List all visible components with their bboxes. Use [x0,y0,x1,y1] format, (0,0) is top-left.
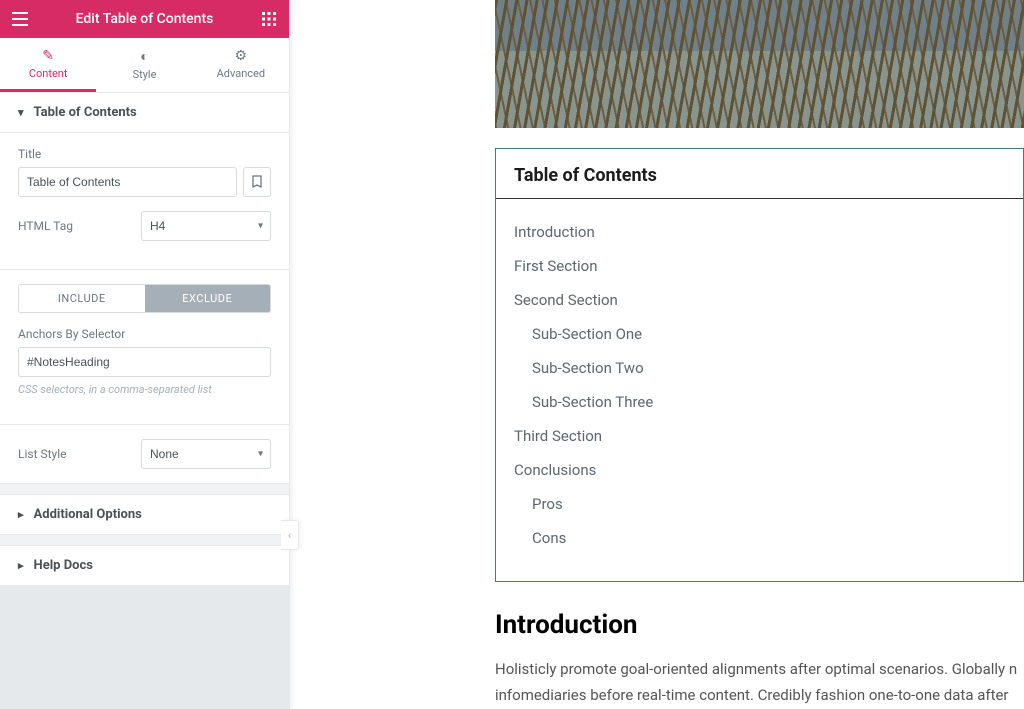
tab-advanced[interactable]: ⚙ Advanced [193,38,289,92]
toc-item[interactable]: Pros [514,487,1005,521]
chevron-left-icon: ‹ [288,529,291,542]
editor-tabs: ✎ Content ◐ Style ⚙ Advanced [0,38,289,93]
toc-title: Table of Contents [496,149,1023,199]
anchors-hint: CSS selectors, in a comma-separated list [18,383,271,396]
toc-item[interactable]: Sub-Section Two [514,351,1005,385]
hero-image [495,0,1024,128]
collapse-sidebar-button[interactable]: ‹ [281,520,299,550]
article-heading: Introduction [495,610,1024,640]
pencil-icon: ✎ [0,48,96,64]
toc-item[interactable]: Second Section [514,283,1005,317]
toc-item[interactable]: Cons [514,521,1005,555]
anchors-label: Anchors By Selector [18,327,271,341]
menu-icon[interactable] [10,9,30,29]
toc-item[interactable]: Conclusions [514,453,1005,487]
sidebar-title: Edit Table of Contents [76,11,214,27]
section-additional-options[interactable]: ▸ Additional Options [0,494,289,535]
tab-content[interactable]: ✎ Content [0,38,96,92]
exclude-button[interactable]: EXCLUDE [145,285,271,312]
anchors-input[interactable] [18,347,271,377]
sidebar-filler [0,586,289,709]
list-style-select[interactable] [141,439,271,469]
toc-list: IntroductionFirst SectionSecond SectionS… [496,199,1023,581]
page-preview: Table of Contents IntroductionFirst Sect… [290,0,1024,709]
article-paragraph: Holisticly promote goal-oriented alignme… [495,656,1024,709]
section-toggle-toc[interactable]: ▾ Table of Contents [0,93,289,133]
include-exclude-toggle: INCLUDE EXCLUDE [18,284,271,313]
title-input[interactable] [18,167,237,197]
html-tag-select[interactable] [141,211,271,241]
toc-widget: Table of Contents IntroductionFirst Sect… [495,148,1024,582]
include-button[interactable]: INCLUDE [19,285,145,312]
tab-style[interactable]: ◐ Style [96,38,192,92]
section-body: Title HTML Tag ▾ [0,133,289,270]
toc-item[interactable]: Introduction [514,215,1005,249]
chevron-right-icon: ▸ [18,508,24,521]
toc-item[interactable]: Sub-Section Three [514,385,1005,419]
dynamic-tags-button[interactable] [243,167,271,197]
toc-item[interactable]: First Section [514,249,1005,283]
toc-item[interactable]: Third Section [514,419,1005,453]
chevron-down-icon: ▾ [18,106,24,119]
apps-icon[interactable] [259,9,279,29]
title-label: Title [18,147,271,161]
list-style-label: List Style [18,447,67,461]
contrast-icon: ◐ [96,48,192,65]
editor-sidebar: Edit Table of Contents ✎ Content ◐ Style… [0,0,290,709]
html-tag-label: HTML Tag [18,219,73,233]
gear-icon: ⚙ [193,48,289,64]
section-help-docs[interactable]: ▸ Help Docs [0,545,289,586]
section-table-of-contents: ▾ Table of Contents Title HTML Tag ▾ [0,93,289,484]
chevron-right-icon: ▸ [18,559,24,572]
sidebar-header: Edit Table of Contents [0,0,289,38]
toc-item[interactable]: Sub-Section One [514,317,1005,351]
